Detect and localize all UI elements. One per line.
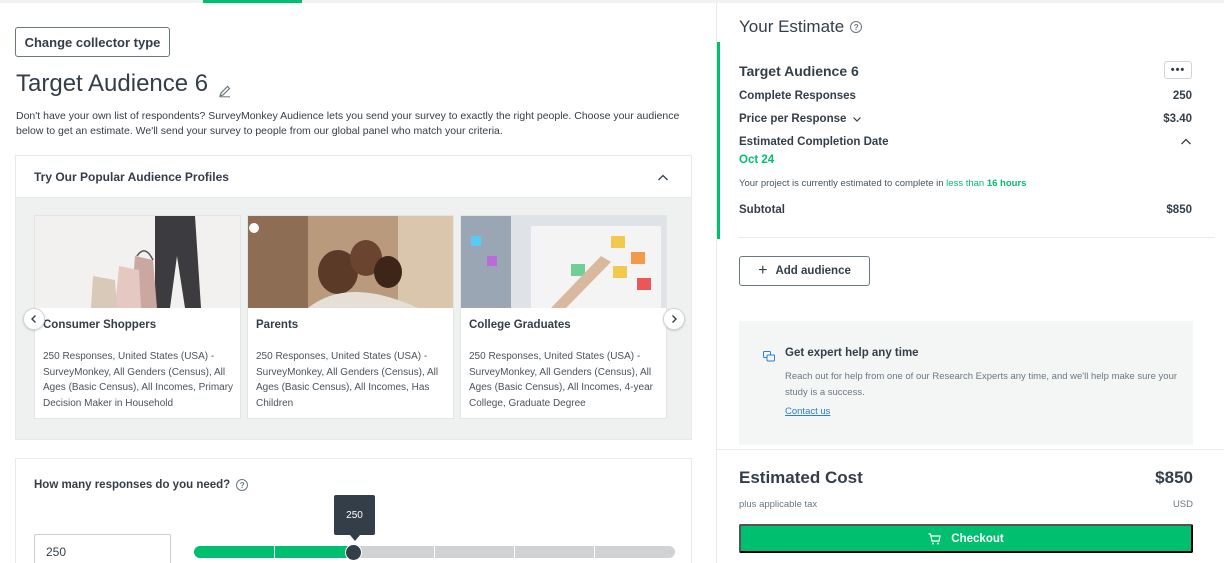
profiles-header[interactable]: Try Our Popular Audience Profiles bbox=[16, 156, 691, 198]
estimate-heading: Your Estimate ? bbox=[739, 17, 863, 37]
slider-tooltip: 250 bbox=[334, 495, 375, 541]
page-title: Target Audience 6 bbox=[16, 70, 232, 98]
add-audience-label: Add audience bbox=[775, 265, 851, 277]
note-less-than: less than bbox=[946, 178, 985, 189]
complete-responses-row: Complete Responses 250 bbox=[739, 90, 1192, 102]
responses-question-text: How many responses do you need? bbox=[34, 479, 231, 491]
popular-profiles-panel: Try Our Popular Audience Profiles Consum… bbox=[15, 155, 692, 440]
chat-bubbles-icon bbox=[763, 350, 775, 362]
edit-pencil-icon[interactable] bbox=[218, 77, 232, 98]
subtotal-value: $850 bbox=[1166, 204, 1192, 216]
completion-date-row: Oct 24 bbox=[739, 154, 1192, 166]
slider-tick bbox=[434, 546, 435, 558]
chevron-up-icon bbox=[1181, 138, 1191, 145]
carousel-next-button[interactable] bbox=[663, 308, 685, 330]
profile-card-desc: 250 Responses, United States (USA) - Sur… bbox=[256, 351, 439, 409]
slider-tick bbox=[514, 546, 515, 558]
responses-slider-track[interactable] bbox=[194, 546, 675, 558]
active-audience-indicator bbox=[717, 42, 720, 239]
note-prefix: Your project is currently estimated to c… bbox=[739, 178, 947, 189]
help-desc: Reach out for help from one of our Resea… bbox=[785, 371, 1178, 398]
estimate-heading-text: Your Estimate bbox=[739, 17, 845, 36]
audience-description: Don't have your own list of respondents?… bbox=[16, 110, 680, 137]
checkout-button[interactable]: Checkout bbox=[739, 524, 1193, 553]
slider-tick bbox=[594, 546, 595, 558]
chevron-down-icon bbox=[853, 117, 862, 122]
estimate-panel: Your Estimate ? Target Audience 6 ••• Co… bbox=[717, 3, 1224, 563]
estimated-cost-value: $850 bbox=[1155, 468, 1193, 487]
chevron-right-icon bbox=[672, 315, 677, 323]
profile-card-desc: 250 Responses, United States (USA) - Sur… bbox=[43, 351, 234, 409]
page-title-text: Target Audience 6 bbox=[16, 70, 209, 97]
profile-card-name: Parents bbox=[256, 319, 299, 331]
price-label-group[interactable]: Price per Response bbox=[739, 113, 862, 125]
price-value: $3.40 bbox=[1163, 113, 1192, 125]
divider bbox=[717, 449, 1224, 450]
price-label: Price per Response bbox=[739, 113, 847, 125]
carousel-prev-button[interactable] bbox=[23, 308, 45, 330]
complete-responses-label: Complete Responses bbox=[739, 90, 856, 102]
help-question-icon[interactable]: ? bbox=[236, 479, 249, 491]
subtotal-label: Subtotal bbox=[739, 204, 785, 216]
more-options-button[interactable]: ••• bbox=[1164, 61, 1192, 79]
divider bbox=[739, 237, 1215, 238]
profile-card-desc: 250 Responses, United States (USA) - Sur… bbox=[469, 351, 653, 409]
estimated-cost-label: Estimated Cost bbox=[739, 468, 863, 487]
price-row[interactable]: Price per Response $3.40 bbox=[739, 113, 1192, 125]
slider-tick bbox=[274, 546, 275, 558]
checkout-label: Checkout bbox=[951, 532, 1004, 545]
help-title: Get expert help any time bbox=[785, 347, 919, 359]
subtotal-row: Subtotal $850 bbox=[739, 204, 1192, 216]
add-audience-button[interactable]: + Add audience bbox=[739, 256, 870, 286]
completion-date: Oct 24 bbox=[739, 154, 775, 166]
college-graduates-image bbox=[461, 216, 666, 308]
plus-icon: + bbox=[758, 262, 768, 279]
profile-card-name: College Graduates bbox=[469, 319, 571, 331]
parents-image bbox=[248, 216, 453, 308]
tax-note: plus applicable tax bbox=[739, 499, 818, 510]
profile-card-parents[interactable]: Parents 250 Responses, United States (US… bbox=[247, 215, 454, 419]
completion-row[interactable]: Estimated Completion Date bbox=[739, 136, 1192, 148]
responses-count-input[interactable]: 250 bbox=[34, 534, 171, 563]
help-question-icon[interactable]: ? bbox=[850, 21, 863, 33]
chevron-up-icon[interactable] bbox=[657, 171, 669, 183]
change-collector-type-button[interactable]: Change collector type bbox=[15, 27, 170, 57]
responses-question: How many responses do you need? ? bbox=[34, 479, 249, 491]
audience-panel: Change collector type Target Audience 6 … bbox=[0, 3, 716, 563]
contact-us-link[interactable]: Contact us bbox=[785, 406, 830, 417]
chevron-left-icon bbox=[31, 315, 36, 323]
audience-name: Target Audience 6 bbox=[739, 63, 859, 79]
completion-note: Your project is currently estimated to c… bbox=[739, 178, 1026, 189]
currency-label: USD bbox=[1172, 499, 1193, 510]
completion-label: Estimated Completion Date bbox=[739, 136, 889, 148]
profile-card-college-graduates[interactable]: College Graduates 250 Responses, United … bbox=[460, 215, 667, 419]
profile-card-name: Consumer Shoppers bbox=[43, 319, 157, 331]
cart-icon bbox=[928, 532, 942, 544]
consumer-shoppers-image bbox=[35, 216, 240, 308]
responses-section: How many responses do you need? ? 250 25… bbox=[15, 458, 692, 563]
slider-thumb[interactable] bbox=[345, 544, 362, 561]
profile-card-consumer-shoppers[interactable]: Consumer Shoppers 250 Responses, United … bbox=[34, 215, 241, 419]
note-hours: 16 hours bbox=[986, 178, 1027, 189]
profiles-header-title: Try Our Popular Audience Profiles bbox=[34, 170, 229, 184]
expert-help-box: Get expert help any time Reach out for h… bbox=[739, 321, 1193, 445]
complete-responses-value: 250 bbox=[1172, 90, 1192, 102]
